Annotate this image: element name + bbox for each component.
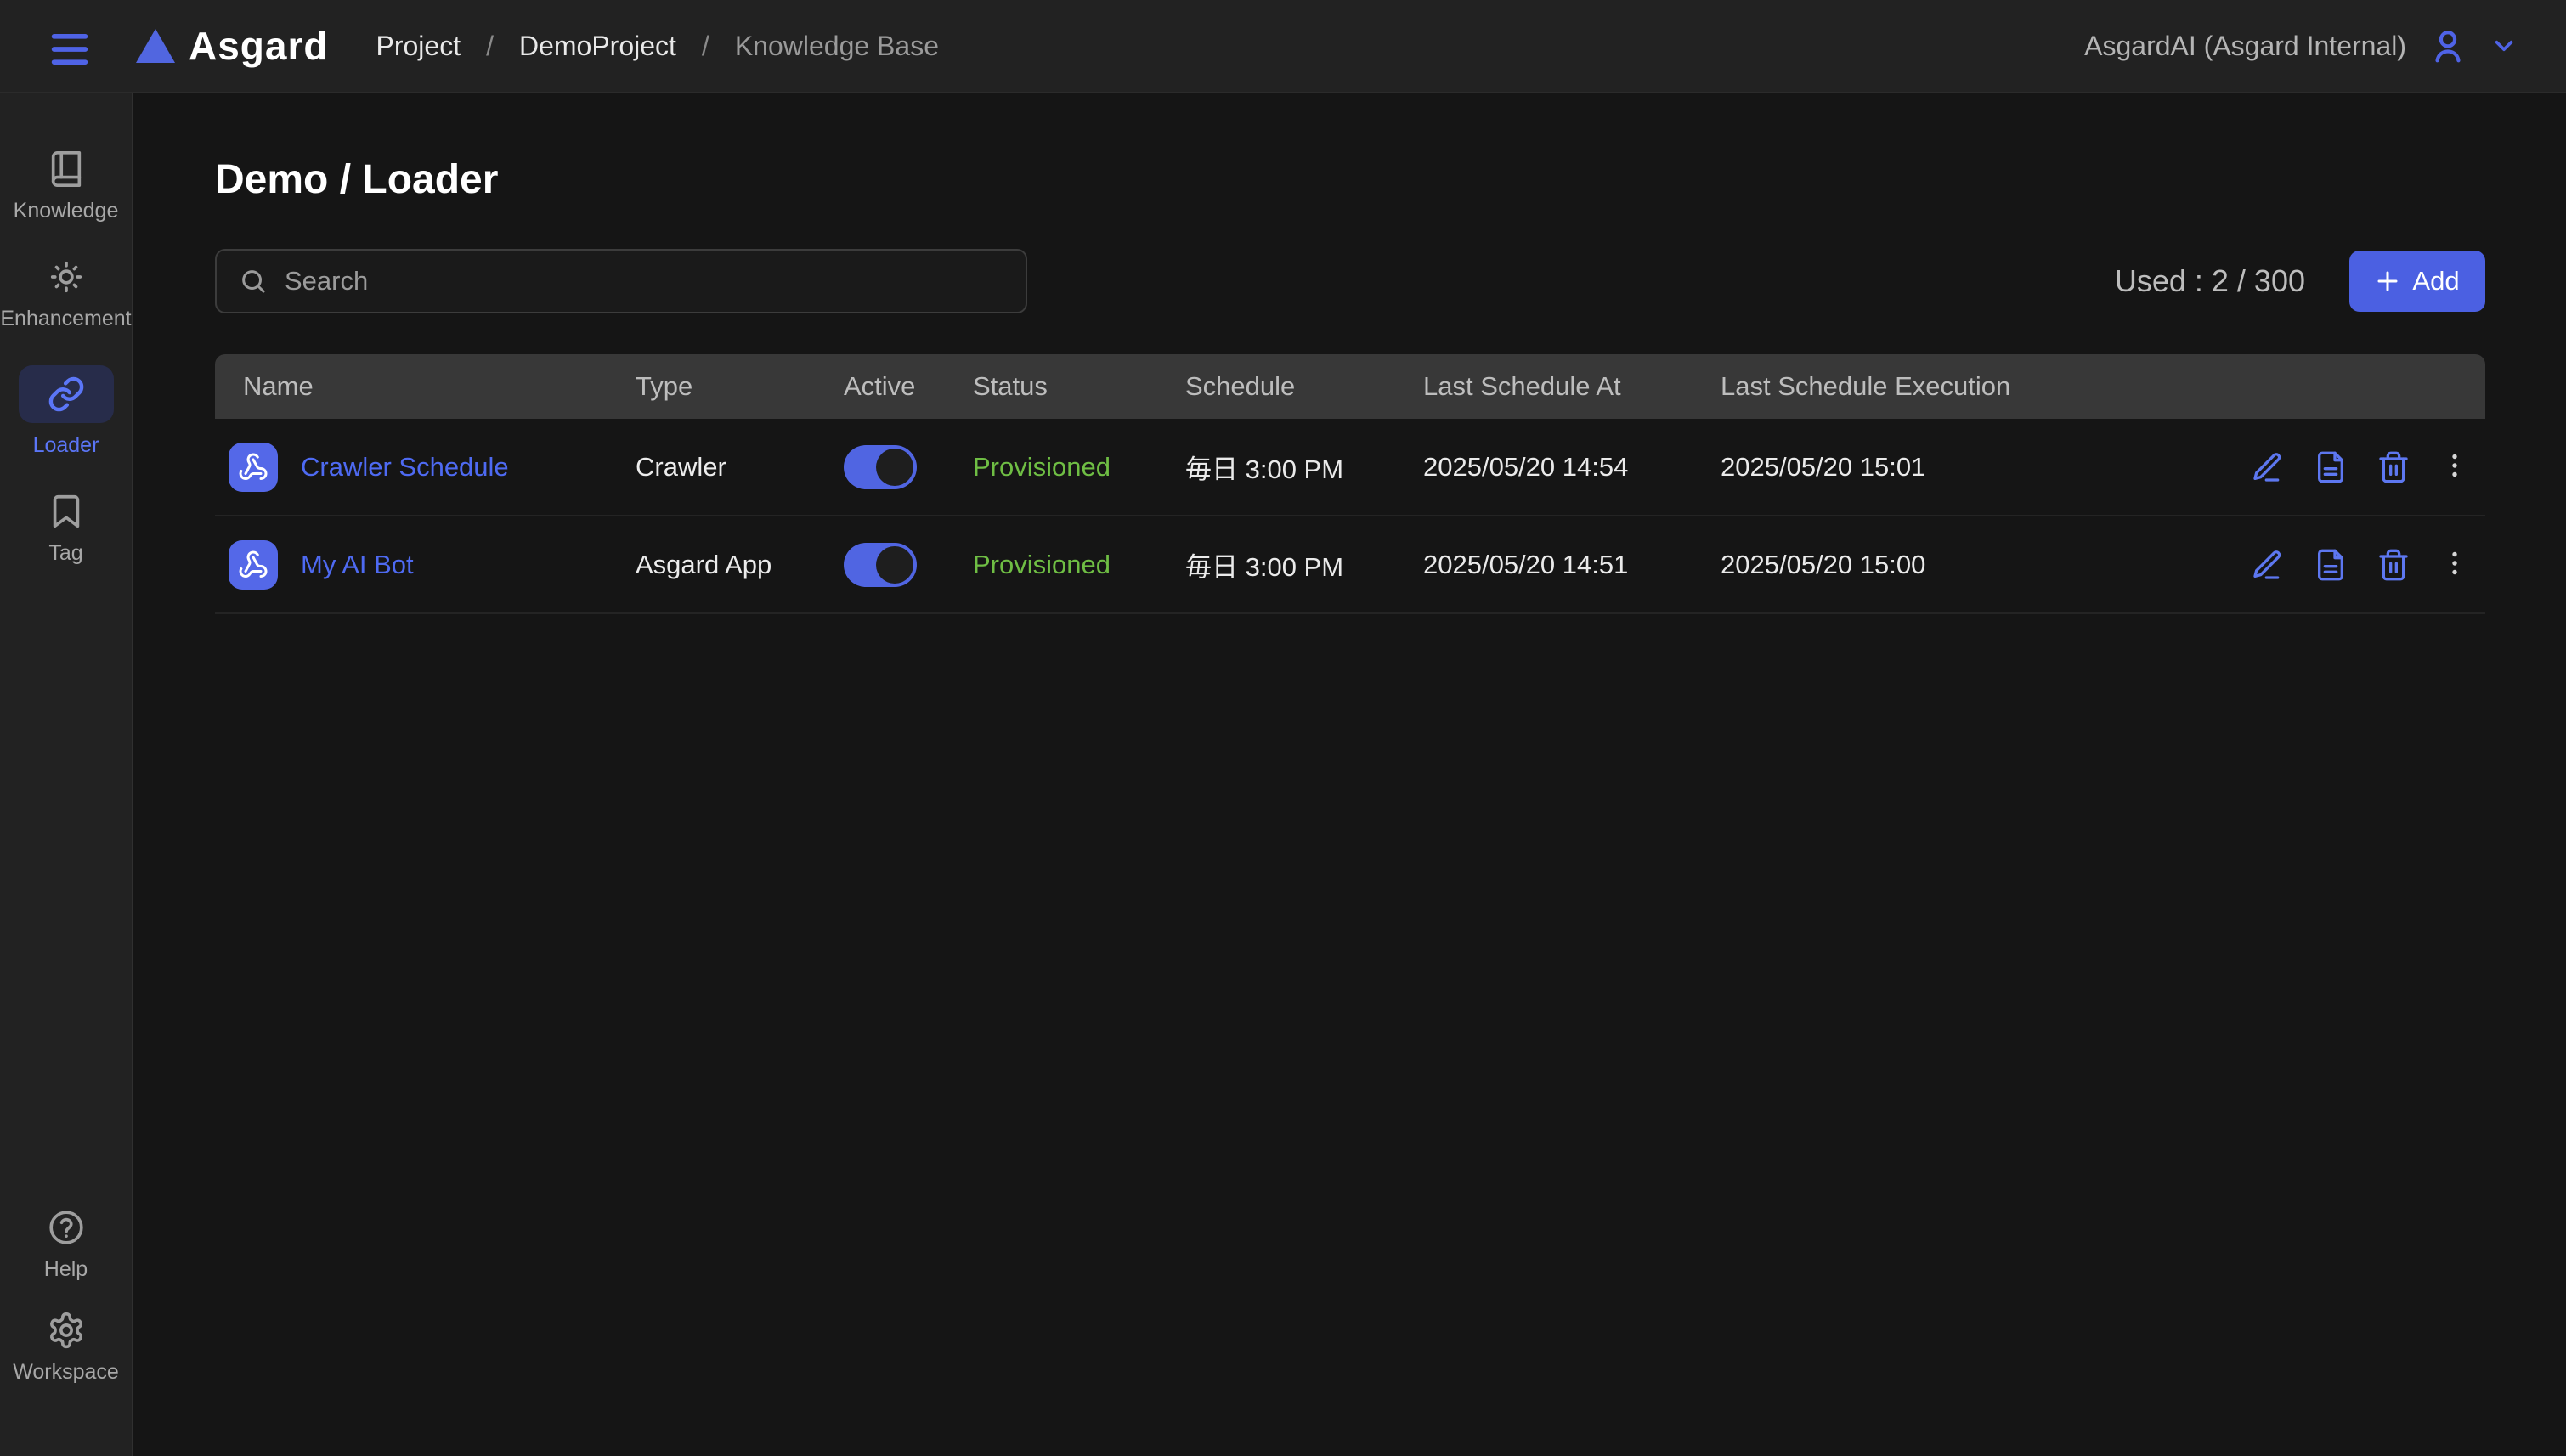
active-toggle[interactable] xyxy=(844,444,917,489)
status-badge: Provisioned xyxy=(973,549,1111,579)
column-header-status: Status xyxy=(973,371,1048,401)
breadcrumb-separator: / xyxy=(701,30,709,61)
add-button-label: Add xyxy=(2412,266,2460,296)
row-actions xyxy=(2230,450,2485,484)
sidebar-item-workspace[interactable]: Workspace xyxy=(0,1311,132,1385)
chevron-down-icon[interactable] xyxy=(2490,31,2518,60)
sidebar-item-knowledge[interactable]: Knowledge xyxy=(0,150,132,223)
sidebar-item-label: Enhancement xyxy=(0,307,132,330)
table-row: Crawler Schedule Crawler Provisioned 毎日 … xyxy=(215,419,2485,516)
webhook-icon xyxy=(229,539,278,590)
schedule-cell: 毎日 3:00 PM xyxy=(1185,552,1344,582)
edit-icon[interactable] xyxy=(2251,450,2285,484)
toggle-knob xyxy=(876,448,913,486)
sidebar-item-tag[interactable]: Tag xyxy=(0,492,132,566)
document-icon[interactable] xyxy=(2314,450,2348,484)
logo-text: Asgard xyxy=(189,24,329,68)
loader-name-link[interactable]: Crawler Schedule xyxy=(301,452,509,483)
add-button[interactable]: Add xyxy=(2349,251,2485,312)
main-content: Demo / Loader Used : 2 / 300 Add xyxy=(133,93,2566,1456)
app-logo[interactable]: Asgard xyxy=(136,23,328,69)
help-circle-icon xyxy=(47,1208,86,1247)
type-cell: Crawler xyxy=(636,451,726,482)
bookmark-icon xyxy=(47,492,86,531)
sun-icon xyxy=(47,257,86,296)
sidebar-bottom: Help Workspace xyxy=(0,1208,132,1456)
breadcrumb-separator: / xyxy=(486,30,494,61)
breadcrumb: Project / DemoProject / Knowledge Base xyxy=(376,31,939,62)
edit-icon[interactable] xyxy=(2251,548,2285,582)
gear-icon xyxy=(47,1311,86,1350)
active-cell xyxy=(844,542,973,587)
webhook-icon xyxy=(229,442,278,492)
sidebar-item-label: Tag xyxy=(48,541,83,565)
usage-counter: Used : 2 / 300 xyxy=(2114,263,2305,298)
document-icon[interactable] xyxy=(2314,548,2348,582)
sidebar-item-loader[interactable]: Loader xyxy=(0,365,132,458)
active-cell xyxy=(844,444,973,489)
row-actions xyxy=(2230,548,2485,582)
column-header-schedule: Schedule xyxy=(1185,371,1296,401)
hamburger-menu-icon[interactable] xyxy=(48,27,92,65)
sidebar-item-help[interactable]: Help xyxy=(0,1208,132,1282)
sidebar-item-label: Knowledge xyxy=(13,199,119,223)
account-area: AsgardAI (Asgard Internal) xyxy=(2084,26,2518,65)
sidebar: Knowledge Enhancement Loader Tag Help Wo… xyxy=(0,93,133,1456)
name-cell: My AI Bot xyxy=(215,539,636,590)
active-toggle[interactable] xyxy=(844,542,917,587)
last-schedule-execution-cell: 2025/05/20 15:01 xyxy=(1721,451,1926,482)
column-header-name: Name xyxy=(243,371,314,401)
sidebar-item-label: Loader xyxy=(32,433,99,457)
last-schedule-at-cell: 2025/05/20 14:54 xyxy=(1423,451,1629,482)
trash-icon[interactable] xyxy=(2377,548,2411,582)
more-options-icon[interactable] xyxy=(2439,450,2470,484)
page-title: Demo / Loader xyxy=(215,157,499,202)
book-icon xyxy=(47,150,86,189)
column-header-last-schedule-execution: Last Schedule Execution xyxy=(1721,371,2011,401)
link-icon xyxy=(47,375,86,414)
sidebar-item-label: Workspace xyxy=(13,1360,119,1384)
column-header-active: Active xyxy=(844,371,916,401)
breadcrumb-project[interactable]: Project xyxy=(376,31,461,62)
logo-triangle-icon xyxy=(136,29,175,63)
loader-table: Name Type Active Status Schedule Last Sc… xyxy=(215,354,2485,614)
controls-right: Used : 2 / 300 Add xyxy=(2115,251,2485,312)
controls-row: Used : 2 / 300 Add xyxy=(215,249,2485,313)
type-cell: Asgard App xyxy=(636,549,772,579)
loader-name-link[interactable]: My AI Bot xyxy=(301,550,414,580)
breadcrumb-demo-project[interactable]: DemoProject xyxy=(519,31,676,62)
name-cell: Crawler Schedule xyxy=(215,442,636,492)
schedule-cell: 毎日 3:00 PM xyxy=(1185,454,1344,484)
active-pill xyxy=(18,365,114,423)
sidebar-item-enhancement[interactable]: Enhancement xyxy=(0,257,132,331)
trash-icon[interactable] xyxy=(2377,450,2411,484)
breadcrumb-current: Knowledge Base xyxy=(734,30,939,61)
search-box[interactable] xyxy=(215,249,1027,313)
search-icon xyxy=(239,267,268,296)
top-header: Asgard Project / DemoProject / Knowledge… xyxy=(0,0,2566,93)
status-badge: Provisioned xyxy=(973,451,1111,482)
table-header-row: Name Type Active Status Schedule Last Sc… xyxy=(215,354,2485,419)
table-row: My AI Bot Asgard App Provisioned 毎日 3:00… xyxy=(215,516,2485,614)
user-avatar-icon[interactable] xyxy=(2428,26,2467,65)
last-schedule-at-cell: 2025/05/20 14:51 xyxy=(1423,549,1629,579)
sidebar-item-label: Help xyxy=(43,1257,88,1281)
last-schedule-execution-cell: 2025/05/20 15:00 xyxy=(1721,549,1926,579)
search-input[interactable] xyxy=(285,266,1003,296)
column-header-type: Type xyxy=(636,371,693,401)
more-options-icon[interactable] xyxy=(2439,548,2470,582)
toggle-knob xyxy=(876,545,913,584)
account-name: AsgardAI (Asgard Internal) xyxy=(2084,30,2406,61)
column-header-last-schedule-at: Last Schedule At xyxy=(1423,371,1621,401)
plus-icon xyxy=(2375,268,2400,294)
